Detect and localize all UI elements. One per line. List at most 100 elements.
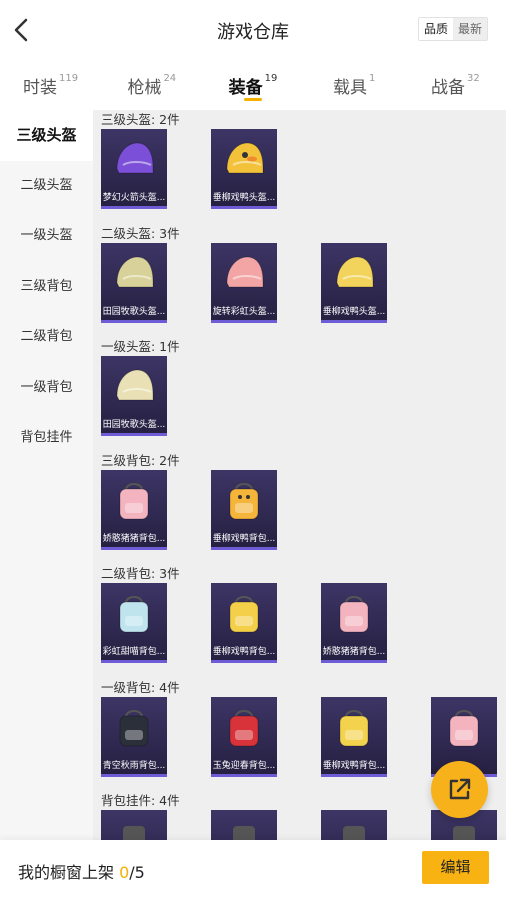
sidebar-item-backpack-pendant[interactable]: 背包挂件 (0, 413, 93, 464)
showcase-count: 我的橱窗上架 0/5 (18, 859, 145, 883)
backpack-icon (449, 709, 479, 746)
pendant-icon (233, 826, 255, 840)
sidebar-item-level2-helmet[interactable]: 二级头盔 (0, 161, 93, 212)
pendant-icon (453, 826, 475, 840)
item-card[interactable]: 垂柳戏鸭背包... (211, 583, 277, 663)
item-card[interactable]: 垂柳戏鸭背包... (321, 696, 387, 777)
backpack-icon (229, 709, 259, 746)
section-title: 三级背包: 2件 (101, 452, 180, 468)
backpack-icon (119, 482, 149, 519)
tab-label: 装备 (228, 78, 263, 98)
tab-equipment[interactable]: 装备 19 (202, 60, 303, 110)
item-name: 彩虹甜喵背包... (102, 647, 166, 657)
item-card[interactable] (101, 810, 167, 840)
item-name: 梦幻火箭头盔... (102, 193, 166, 203)
sort-newest-button[interactable]: 最新 (452, 18, 487, 40)
section-title: 一级背包: 4件 (101, 679, 180, 695)
tab-count: 19 (264, 73, 278, 85)
helmet-icon (336, 255, 374, 287)
item-card[interactable]: 彩虹甜喵背包... (101, 583, 167, 663)
helmet-icon (226, 255, 264, 287)
backpack-icon (119, 709, 149, 746)
item-name: 青空秋雨背包... (102, 760, 166, 771)
sidebar-item-level2-backpack[interactable]: 二级背包 (0, 312, 93, 363)
item-grid: 梦幻火箭头盔... 垂柳戏鸭头盔... (93, 129, 506, 224)
item-grid: 彩虹甜喵背包... 垂柳戏鸭背包... 娇憨猪猪背包... (93, 583, 506, 678)
section-title: 二级背包: 3件 (101, 566, 180, 581)
helmet-icon (116, 142, 154, 174)
tab-count: 1 (369, 73, 376, 85)
showcase-label: 我的橱窗上架 (18, 863, 120, 882)
item-card[interactable]: 垂柳戏鸭头盔... (321, 242, 387, 323)
sidebar-item-level3-helmet[interactable]: 三级头盔 (0, 110, 93, 161)
item-name: 娇憨猪猪背包... (322, 647, 386, 657)
helmet-icon (116, 369, 154, 401)
item-card[interactable]: 娇憨猪猪背包... (321, 583, 387, 663)
backpack-icon (339, 709, 369, 746)
item-card[interactable] (321, 810, 387, 840)
item-name: 垂柳戏鸭头盔... (212, 193, 276, 203)
item-list[interactable]: 三级头盔: 2件 梦幻火箭头盔... 垂柳戏鸭头盔... 二级头盔: 3件 田园牧歌头盔… (93, 110, 506, 840)
duck-helmet-icon (226, 142, 264, 174)
item-grid: 田园牧歌头盔... 旋转彩虹头盔... 垂柳戏鸭头盔... (93, 242, 506, 338)
backpack-icon (229, 596, 259, 633)
item-card[interactable]: 旋转彩虹头盔... (211, 242, 277, 323)
share-button[interactable] (431, 761, 488, 818)
sidebar-item-level1-helmet[interactable]: 一级头盔 (0, 211, 93, 262)
active-tab-indicator (244, 98, 262, 101)
item-card[interactable]: 田园牧歌头盔... (101, 242, 167, 323)
sidebar-item-level3-backpack[interactable]: 三级背包 (0, 262, 93, 313)
sort-toggle: 品质 最新 (417, 17, 488, 41)
sidebar: 三级头盔 二级头盔 一级头盔 三级背包 二级背包 一级背包 背包挂件 (0, 110, 93, 840)
tab-count: 119 (59, 73, 79, 85)
item-grid: 田园牧歌头盔... (93, 356, 506, 451)
tab-vehicles[interactable]: 载具 1 (304, 60, 405, 110)
backpack-icon (339, 596, 369, 633)
category-tabs: 时装 119 枪械 24 装备 19 载具 1 战备 32 (0, 60, 506, 110)
item-name: 垂柳戏鸭背包... (212, 533, 276, 544)
item-name: 垂柳戏鸭背包... (322, 760, 386, 771)
tab-count: 24 (163, 73, 177, 85)
tab-count: 32 (467, 73, 480, 85)
header: 游戏仓库 品质 最新 (0, 0, 506, 60)
item-card[interactable]: 玉兔迎春背包... (211, 696, 277, 777)
section-title: 二级头盔: 3件 (101, 225, 180, 241)
item-card[interactable]: 垂柳戏鸭背包... (211, 469, 277, 550)
item-card[interactable] (211, 810, 277, 840)
tab-label: 枪械 (127, 78, 162, 98)
item-name: 垂柳戏鸭头盔... (322, 306, 386, 317)
item-grid: 娇憨猪猪背包... 垂柳戏鸭背包... (93, 469, 506, 565)
tab-label: 战备 (431, 78, 466, 98)
sort-quality-button[interactable]: 品质 (418, 18, 453, 40)
tab-label: 时装 (23, 78, 58, 98)
item-name: 旋转彩虹头盔... (212, 306, 276, 317)
item-name: 垂柳戏鸭背包... (212, 647, 276, 657)
item-name: 娇憨猪猪背包... (102, 533, 166, 544)
item-card[interactable]: 青空秋雨背包... (101, 696, 167, 777)
item-card[interactable]: 田园牧歌头盔... (101, 356, 167, 436)
tab-supplies[interactable]: 战备 32 (405, 60, 506, 110)
helmet-icon (116, 255, 154, 287)
showcase-total: /5 (129, 863, 145, 882)
item-card[interactable]: 娇憨猪猪背包... (101, 469, 167, 550)
tab-label: 载具 (333, 78, 368, 98)
item-name: 田园牧歌头盔... (102, 306, 166, 317)
item-name: 玉兔迎春背包... (212, 760, 276, 771)
item-card[interactable]: 垂柳戏鸭头盔... (211, 129, 277, 209)
edit-button[interactable]: 编辑 (422, 851, 489, 884)
section-title: 一级头盔: 1件 (101, 339, 180, 354)
pendant-icon (343, 826, 365, 840)
item-card[interactable]: 梦幻火箭头盔... (101, 129, 167, 209)
pendant-icon (123, 826, 145, 840)
showcase-current: 0 (119, 863, 130, 882)
backpack-icon (119, 596, 149, 633)
tab-guns[interactable]: 枪械 24 (101, 60, 202, 110)
item-name: 田园牧歌头盔... (102, 420, 166, 430)
tab-fashion[interactable]: 时装 119 (0, 60, 101, 110)
duck-backpack-icon (229, 482, 259, 519)
sidebar-item-level1-backpack[interactable]: 一级背包 (0, 363, 93, 414)
section-title: 三级头盔: 2件 (101, 112, 180, 127)
footer-bar: 我的橱窗上架 0/5 编辑 (0, 840, 506, 897)
share-icon (449, 778, 471, 800)
item-grid (93, 810, 506, 840)
